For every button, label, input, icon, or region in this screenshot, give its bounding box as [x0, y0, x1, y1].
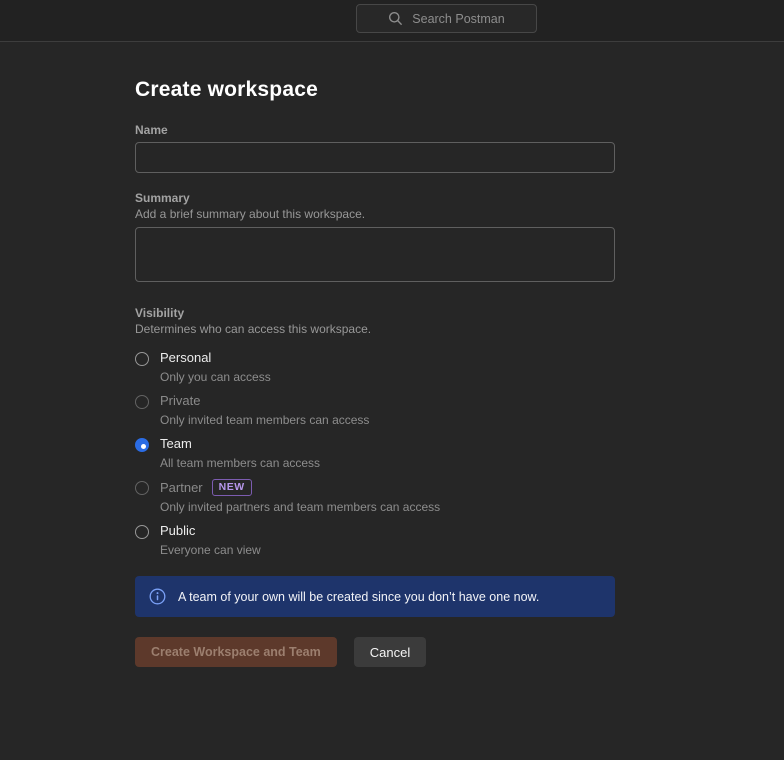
option-description: Everyone can view [160, 543, 261, 557]
create-workspace-button[interactable]: Create Workspace and Team [135, 637, 337, 667]
option-description: Only invited team members can access [160, 413, 369, 427]
radio-circle-icon[interactable] [135, 525, 149, 539]
radio-option-public[interactable]: Public Everyone can view [135, 523, 615, 557]
name-label: Name [135, 123, 615, 137]
summary-field-group: Summary Add a brief summary about this w… [135, 191, 615, 287]
visibility-group: Visibility Determines who can access thi… [135, 306, 615, 557]
form-actions: Create Workspace and Team Cancel [135, 637, 615, 667]
visibility-description: Determines who can access this workspace… [135, 322, 615, 336]
top-bar: Search Postman [0, 0, 784, 42]
info-icon [149, 588, 166, 605]
option-label: Partner NEW [160, 479, 440, 496]
summary-description: Add a brief summary about this workspace… [135, 207, 615, 221]
visibility-options: Personal Only you can access Private Onl… [135, 350, 615, 557]
option-description: Only you can access [160, 370, 271, 384]
team-info-banner: A team of your own will be created since… [135, 576, 615, 617]
radio-option-team[interactable]: Team All team members can access [135, 436, 615, 470]
option-label: Team [160, 436, 320, 452]
option-label: Private [160, 393, 369, 409]
search-placeholder: Search Postman [412, 12, 504, 26]
new-badge: NEW [212, 479, 252, 496]
create-workspace-page: Create workspace Name Summary Add a brie… [0, 42, 750, 667]
global-search-input[interactable]: Search Postman [356, 4, 537, 33]
page-title: Create workspace [135, 78, 615, 102]
radio-option-personal[interactable]: Personal Only you can access [135, 350, 615, 384]
option-label: Public [160, 523, 261, 539]
option-description: All team members can access [160, 456, 320, 470]
summary-label: Summary [135, 191, 615, 205]
radio-circle-icon[interactable] [135, 481, 149, 495]
option-label-text: Partner [160, 480, 203, 496]
summary-textarea[interactable] [135, 227, 615, 282]
option-description: Only invited partners and team members c… [160, 500, 440, 514]
radio-option-private[interactable]: Private Only invited team members can ac… [135, 393, 615, 427]
radio-circle-icon[interactable] [135, 438, 149, 452]
option-label: Personal [160, 350, 271, 366]
search-icon [388, 11, 403, 26]
radio-circle-icon[interactable] [135, 395, 149, 409]
visibility-label: Visibility [135, 306, 615, 320]
radio-option-partner[interactable]: Partner NEW Only invited partners and te… [135, 479, 615, 514]
cancel-button[interactable]: Cancel [354, 637, 426, 667]
name-input[interactable] [135, 142, 615, 173]
radio-circle-icon[interactable] [135, 352, 149, 366]
name-field-group: Name [135, 123, 615, 173]
banner-text: A team of your own will be created since… [178, 590, 539, 604]
